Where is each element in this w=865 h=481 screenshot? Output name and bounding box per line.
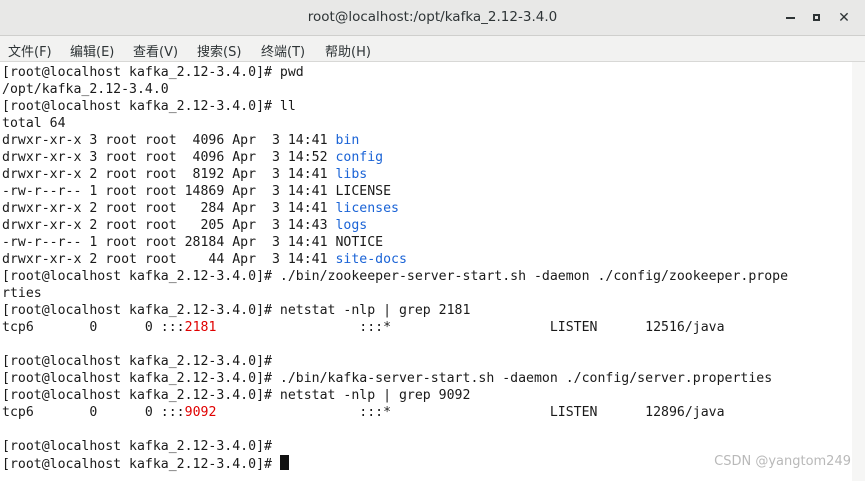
dir-name: config [335, 150, 384, 165]
netstat-suffix: :::* LISTEN 12896/java [216, 405, 725, 420]
menu-search[interactable]: 搜索(S) [197, 41, 241, 60]
dir-name: logs [335, 218, 368, 233]
watermark: CSDN @yangtom249 [714, 454, 851, 469]
file-meta: -rw-r--r-- 1 root root 14869 Apr 3 14:41 [2, 184, 336, 199]
shell-prompt: [root@localhost kafka_2.12-3.4.0]# [2, 303, 280, 318]
shell-prompt: [root@localhost kafka_2.12-3.4.0]# [2, 99, 280, 114]
text-cursor [279, 455, 289, 470]
terminal-line: /opt/kafka_2.12-3.4.0 [2, 82, 169, 97]
command: pwd [279, 65, 304, 80]
dir-name: site-docs [335, 252, 407, 267]
terminal-line: rties [2, 286, 42, 301]
maximize-icon [812, 14, 820, 21]
dir-name: libs [335, 167, 368, 182]
maximize-button[interactable] [806, 8, 826, 28]
terminal-line: [root@localhost kafka_2.12-3.4.0]# netst… [2, 387, 470, 404]
listing-row: drwxr-xr-x 2 root root 44 Apr 3 14:41 si… [2, 251, 407, 268]
command: ./bin/kafka-server-start.sh -daemon ./co… [279, 371, 773, 386]
file-meta: -rw-r--r-- 1 root root 28184 Apr 3 14:41 [2, 235, 336, 250]
terminal-line: [root@localhost kafka_2.12-3.4.0]# pwd [2, 64, 304, 81]
port-highlight: 2181 [184, 320, 217, 335]
file-name: LICENSE [335, 184, 392, 199]
terminal-line: [root@localhost kafka_2.12-3.4.0]# ./bin… [2, 370, 772, 387]
shell-prompt: [root@localhost kafka_2.12-3.4.0]# [2, 269, 280, 284]
menu-file[interactable]: 文件(F) [8, 41, 52, 60]
menu-view[interactable]: 查看(V) [133, 41, 178, 60]
file-meta: drwxr-xr-x 2 root root 284 Apr 3 14:41 [2, 201, 336, 216]
menu-edit[interactable]: 编辑(E) [70, 41, 114, 60]
menu-terminal[interactable]: 终端(T) [261, 41, 305, 60]
dir-name: bin [335, 133, 360, 148]
file-meta: drwxr-xr-x 2 root root 44 Apr 3 14:41 [2, 252, 336, 267]
command: ./bin/zookeeper-server-start.sh -daemon … [279, 269, 789, 284]
shell-prompt: [root@localhost kafka_2.12-3.4.0]# [2, 371, 280, 386]
file-meta: drwxr-xr-x 3 root root 4096 Apr 3 14:41 [2, 133, 336, 148]
terminal-line: [root@localhost kafka_2.12-3.4.0]# [2, 354, 280, 369]
file-meta: drwxr-xr-x 3 root root 4096 Apr 3 14:52 [2, 150, 336, 165]
port-highlight: 9092 [184, 405, 217, 420]
command: ll [279, 99, 296, 114]
terminal-output[interactable]: [root@localhost kafka_2.12-3.4.0]# pwd /… [0, 62, 852, 481]
terminal-window: root@localhost:/opt/kafka_2.12-3.4.0 ✕ 文… [0, 0, 865, 481]
netstat-row: tcp6 0 0 :::2181 :::* LISTEN 12516/java [2, 319, 725, 336]
listing-row: -rw-r--r-- 1 root root 14869 Apr 3 14:41… [2, 183, 391, 200]
shell-prompt: [root@localhost kafka_2.12-3.4.0]# [2, 65, 280, 80]
command: netstat -nlp | grep 9092 [279, 388, 471, 403]
shell-prompt: [root@localhost kafka_2.12-3.4.0]# [2, 388, 280, 403]
terminal-line: [root@localhost kafka_2.12-3.4.0]# ./bin… [2, 268, 788, 285]
minimize-button[interactable] [780, 8, 800, 28]
terminal-line: [root@localhost kafka_2.12-3.4.0]# [2, 455, 289, 472]
title-bar[interactable]: root@localhost:/opt/kafka_2.12-3.4.0 ✕ [0, 0, 865, 36]
file-name: NOTICE [335, 235, 384, 250]
close-icon: ✕ [838, 10, 850, 26]
menu-bar: 文件(F) 编辑(E) 查看(V) 搜索(S) 终端(T) 帮助(H) [0, 36, 865, 62]
close-button[interactable]: ✕ [834, 8, 854, 28]
listing-row: -rw-r--r-- 1 root root 28184 Apr 3 14:41… [2, 234, 383, 251]
listing-row: drwxr-xr-x 3 root root 4096 Apr 3 14:41 … [2, 132, 359, 149]
terminal-line: [root@localhost kafka_2.12-3.4.0]# ll [2, 98, 296, 115]
listing-row: drwxr-xr-x 3 root root 4096 Apr 3 14:52 … [2, 149, 383, 166]
netstat-prefix: tcp6 0 0 ::: [2, 320, 185, 335]
netstat-suffix: :::* LISTEN 12516/java [216, 320, 725, 335]
scrollbar[interactable] [852, 62, 865, 481]
window-title: root@localhost:/opt/kafka_2.12-3.4.0 [307, 9, 558, 25]
netstat-row: tcp6 0 0 :::9092 :::* LISTEN 12896/java [2, 404, 725, 421]
dir-name: licenses [335, 201, 399, 216]
terminal-line: total 64 [2, 116, 66, 131]
terminal-line: [root@localhost kafka_2.12-3.4.0]# netst… [2, 302, 470, 319]
file-meta: drwxr-xr-x 2 root root 205 Apr 3 14:43 [2, 218, 336, 233]
file-meta: drwxr-xr-x 2 root root 8192 Apr 3 14:41 [2, 167, 336, 182]
command: netstat -nlp | grep 2181 [279, 303, 471, 318]
terminal-line: [root@localhost kafka_2.12-3.4.0]# [2, 439, 280, 454]
minimize-icon [785, 16, 795, 19]
menu-help[interactable]: 帮助(H) [325, 41, 371, 60]
listing-row: drwxr-xr-x 2 root root 205 Apr 3 14:43 l… [2, 217, 367, 234]
shell-prompt: [root@localhost kafka_2.12-3.4.0]# [2, 457, 280, 472]
listing-row: drwxr-xr-x 2 root root 8192 Apr 3 14:41 … [2, 166, 367, 183]
netstat-prefix: tcp6 0 0 ::: [2, 405, 185, 420]
listing-row: drwxr-xr-x 2 root root 284 Apr 3 14:41 l… [2, 200, 399, 217]
